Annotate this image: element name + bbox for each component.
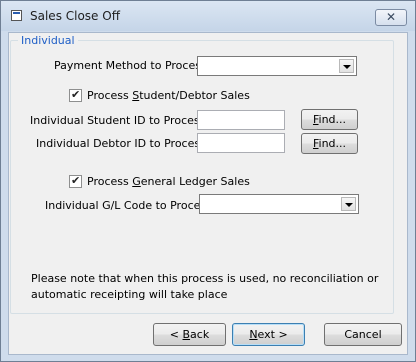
student-id-input[interactable] [197,110,285,130]
student-id-label: Individual Student ID to Process: [30,114,210,127]
chevron-down-icon[interactable] [341,197,356,211]
debtor-id-input[interactable] [197,133,285,153]
find-student-button[interactable]: Find... [301,109,358,130]
cancel-button[interactable]: Cancel [324,323,402,346]
group-label: Individual [18,34,78,47]
find-debtor-button[interactable]: Find... [301,133,358,154]
process-general-ledger-label: Process General Ledger Sales [87,175,250,188]
note-line-1: Please note that when this process is us… [31,272,379,285]
payment-method-dropdown[interactable] [197,56,357,76]
gl-code-dropdown[interactable] [199,194,359,214]
process-student-debtor-label: Process Student/Debtor Sales [87,89,250,102]
process-student-debtor-checkbox[interactable] [69,88,82,102]
back-button[interactable]: < Back [153,323,226,346]
next-button[interactable]: Next > [232,323,305,346]
payment-method-label: Payment Method to Process: [54,59,211,72]
process-general-ledger-checkbox[interactable] [69,174,82,188]
gl-code-label: Individual G/L Code to Process: [45,199,216,212]
title-bar[interactable]: Sales Close Off ✕ [1,1,415,31]
close-icon: ✕ [385,10,397,24]
debtor-id-label: Individual Debtor ID to Process: [36,137,210,150]
window-title: Sales Close Off [30,9,120,23]
note-line-2: automatic receipting will take place [31,288,228,301]
chevron-down-icon[interactable] [339,59,354,73]
close-button[interactable]: ✕ [375,9,407,26]
window-app-icon [11,10,22,21]
